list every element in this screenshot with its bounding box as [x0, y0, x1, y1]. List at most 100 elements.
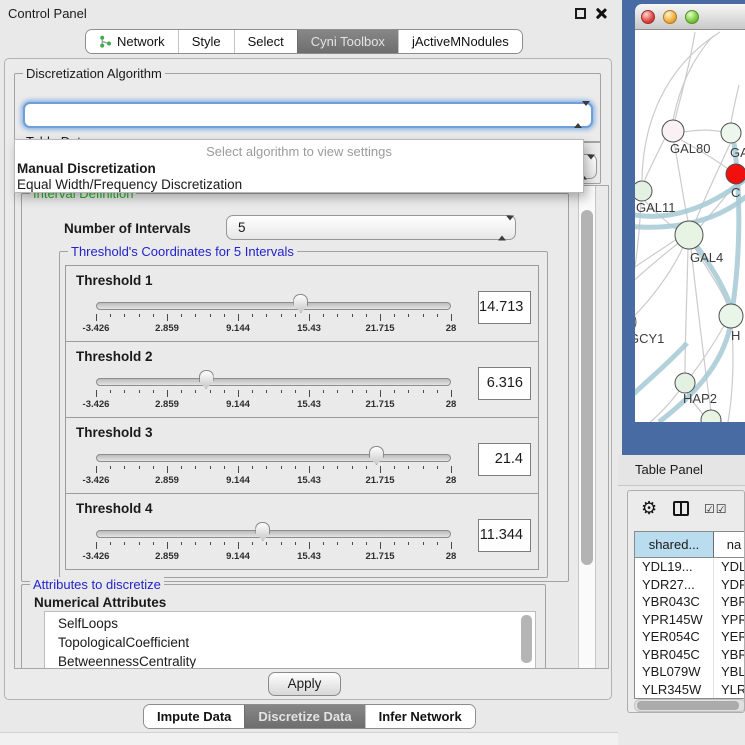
network-edge	[675, 32, 695, 120]
table-row[interactable]: YDR27...YDR2	[635, 576, 745, 594]
table-cell[interactable]: YER0	[714, 628, 745, 646]
h-scrollbar-thumb[interactable]	[637, 701, 739, 710]
table-cell[interactable]: YPR145W	[635, 611, 714, 629]
algorithm-group-title: Discretization Algorithm	[23, 66, 165, 81]
table-header-cell[interactable]: shared...	[635, 532, 714, 557]
bottom-tab-infer-network[interactable]: Infer Network	[365, 705, 475, 728]
float-icon[interactable]	[575, 8, 586, 19]
slider-thumb[interactable]	[293, 294, 308, 313]
tab-jactivemnodules[interactable]: jActiveMNodules	[398, 30, 522, 53]
algorithm-option-equal-width-frequency-discretization[interactable]: Equal Width/Frequency Discretization	[17, 177, 242, 192]
table-cell[interactable]: YBL0	[714, 663, 745, 681]
tab-select[interactable]: Select	[234, 30, 297, 53]
slider-track[interactable]	[96, 454, 451, 462]
slider-thumb[interactable]	[255, 522, 270, 541]
tab-label: jActiveMNodules	[412, 34, 509, 49]
control-panel: Control Panel NetworkStyleSelectCyni Too…	[0, 0, 618, 745]
apply-button[interactable]: Apply	[268, 672, 341, 696]
threshold-value-input[interactable]: 6.316	[478, 367, 531, 400]
table-row[interactable]: YER054CYER0	[635, 628, 745, 646]
network-node-gal80[interactable]	[662, 120, 684, 142]
slider-track[interactable]	[96, 302, 451, 310]
slider-tick-labels: -3.4262.8599.14415.4321.71528	[96, 551, 451, 562]
stepper-icon	[498, 220, 506, 235]
network-node-gal4[interactable]	[675, 221, 703, 249]
table-cell[interactable]: YER054C	[635, 628, 714, 646]
algorithm-popup: Select algorithm to view settings Manual…	[14, 139, 584, 193]
table-row[interactable]: YLR345WYLR3	[635, 681, 745, 699]
table-row[interactable]: YDL19...YDL1	[635, 558, 745, 576]
table-cell[interactable]: YDR27...	[635, 576, 714, 594]
columns-icon[interactable]	[673, 501, 689, 516]
network-edge	[641, 391, 679, 422]
algorithm-option-manual-discretization[interactable]: Manual Discretization	[17, 161, 156, 176]
network-edge	[635, 237, 680, 273]
slider-thumb[interactable]	[369, 446, 384, 465]
network-edge	[684, 130, 722, 132]
attribute-item-selfloops[interactable]: SelfLoops	[45, 614, 535, 633]
table-cell[interactable]: YBR0	[714, 646, 745, 664]
table-row[interactable]: YPR145WYPR1	[635, 611, 745, 629]
table-panel-bar: Table Panel	[618, 455, 745, 486]
tab-cyni-toolbox[interactable]: Cyni Toolbox	[297, 30, 398, 53]
slider-track[interactable]	[96, 530, 451, 538]
attribute-item-topologicalcoefficient[interactable]: TopologicalCoefficient	[45, 633, 535, 652]
tab-network[interactable]: Network	[86, 30, 178, 53]
table-row[interactable]: YBR043CYBR0	[635, 593, 745, 611]
list-scrollbar-thumb[interactable]	[521, 615, 532, 663]
tab-style[interactable]: Style	[178, 30, 234, 53]
table-cell[interactable]: YDL19...	[635, 558, 714, 576]
node-label: GAL11	[636, 200, 676, 215]
network-node-h[interactable]	[719, 304, 743, 328]
table-header-cell[interactable]: na	[714, 532, 745, 557]
gear-icon[interactable]: ⚙	[641, 498, 657, 519]
network-edge-thick	[659, 327, 730, 422]
close-traffic-light-icon[interactable]	[641, 10, 655, 24]
bottom-tab-impute-data[interactable]: Impute Data	[144, 705, 244, 728]
network-node-hap2[interactable]	[675, 373, 695, 393]
minimize-traffic-light-icon[interactable]	[663, 10, 677, 24]
table-cell[interactable]: YDR2	[714, 576, 745, 594]
threshold-value-input[interactable]: 21.4	[478, 443, 531, 476]
v-scrollbar-track[interactable]	[578, 186, 596, 668]
attribute-item-betweennesscentrality[interactable]: BetweennessCentrality	[45, 652, 535, 668]
v-scrollbar-thumb[interactable]	[581, 210, 593, 565]
network-node[interactable]	[701, 410, 721, 422]
table-cell[interactable]: YLR3	[714, 681, 745, 699]
network-canvas[interactable]: GAL80GACGAL11GAL4GCY1HHAP2	[635, 30, 745, 422]
close-icon[interactable]	[594, 7, 607, 20]
settings-viewport: Interval Definition Number of Intervals …	[16, 187, 577, 668]
table-cell[interactable]: YBR043C	[635, 593, 714, 611]
threshold-value-input[interactable]: 14.713	[478, 291, 531, 324]
slider-tick-labels: -3.4262.8599.14415.4321.71528	[96, 323, 451, 334]
slider-tick-labels: -3.4262.8599.14415.4321.71528	[96, 475, 451, 486]
slider-thumb[interactable]	[199, 370, 214, 389]
threshold-value-input[interactable]: 11.344	[478, 519, 531, 552]
footer-strip	[0, 732, 618, 745]
table-cell[interactable]: YLR345W	[635, 681, 714, 699]
bottom-tab-discretize-data[interactable]: Discretize Data	[244, 705, 364, 728]
slider-track[interactable]	[96, 378, 451, 386]
node-label: H	[731, 328, 740, 343]
table-row[interactable]: YBR045CYBR0	[635, 646, 745, 664]
table-row[interactable]: YBL079WYBL0	[635, 663, 745, 681]
network-node-gal11[interactable]	[635, 181, 652, 201]
threshold-list: Threshold 1-3.4262.8599.14415.4321.71528…	[65, 265, 539, 570]
slider-ticks	[96, 542, 451, 550]
zoom-traffic-light-icon[interactable]	[685, 10, 699, 24]
number-of-intervals-spinner[interactable]: 5	[226, 215, 516, 240]
select-columns-icon[interactable]: ☑☑	[704, 502, 728, 516]
table-cell[interactable]: YBR0	[714, 593, 745, 611]
table-cell[interactable]: YPR1	[714, 611, 745, 629]
table-cell[interactable]: YDL1	[714, 558, 745, 576]
table-cell[interactable]: YBL079W	[635, 663, 714, 681]
network-node-c[interactable]	[726, 164, 745, 184]
algorithm-combo[interactable]	[23, 102, 593, 128]
tab-label: Network	[117, 34, 165, 49]
table-cell[interactable]: YBR045C	[635, 646, 714, 664]
h-scrollbar-track[interactable]	[634, 699, 745, 712]
settings-panel: Discretization Algorithm Select algorith…	[4, 58, 612, 700]
network-edge	[673, 36, 713, 120]
network-node-ga[interactable]	[721, 123, 741, 143]
network-edge	[642, 32, 720, 180]
